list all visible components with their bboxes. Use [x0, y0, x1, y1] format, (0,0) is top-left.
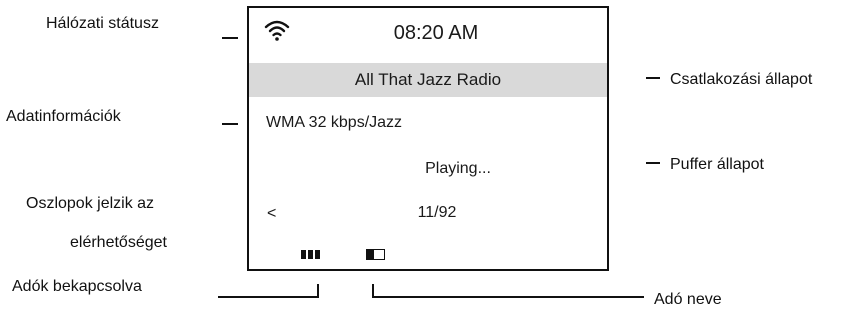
callout-stations-on: Adók bekapcsolva: [12, 278, 142, 295]
callout-buffer-state: Puffer állapot: [670, 156, 764, 173]
station-indicator-fill: [367, 250, 374, 259]
clock-time: 08:20 AM: [393, 22, 479, 44]
signal-bar: [301, 250, 306, 259]
preset-counter: 11/92: [417, 204, 457, 221]
data-info-text: WMA 32 kbps/Jazz: [266, 114, 403, 131]
signal-bar: [308, 250, 313, 259]
leader-stations-on: [218, 284, 319, 298]
playback-status: Playing...: [425, 160, 491, 177]
signal-bar: [315, 250, 320, 259]
callout-connection-state: Csatlakozási állapot: [670, 71, 813, 88]
callout-station-name: Adó neve: [654, 291, 722, 308]
station-indicator-icon: [366, 249, 385, 260]
leader-station-name: [372, 284, 644, 298]
callout-data-info: Adatinformációk: [6, 108, 121, 125]
callout-availability-line1: Oszlopok jelzik az: [26, 195, 155, 212]
callout-network-status: Hálózati státusz: [46, 15, 159, 32]
signal-strength-icon: [301, 250, 320, 259]
device-screen: 08:20 AM All That Jazz Radio WMA 32 kbps…: [247, 6, 609, 271]
callout-availability-line2: elérhetőséget: [70, 234, 167, 251]
station-name-bar: All That Jazz Radio: [249, 63, 607, 97]
